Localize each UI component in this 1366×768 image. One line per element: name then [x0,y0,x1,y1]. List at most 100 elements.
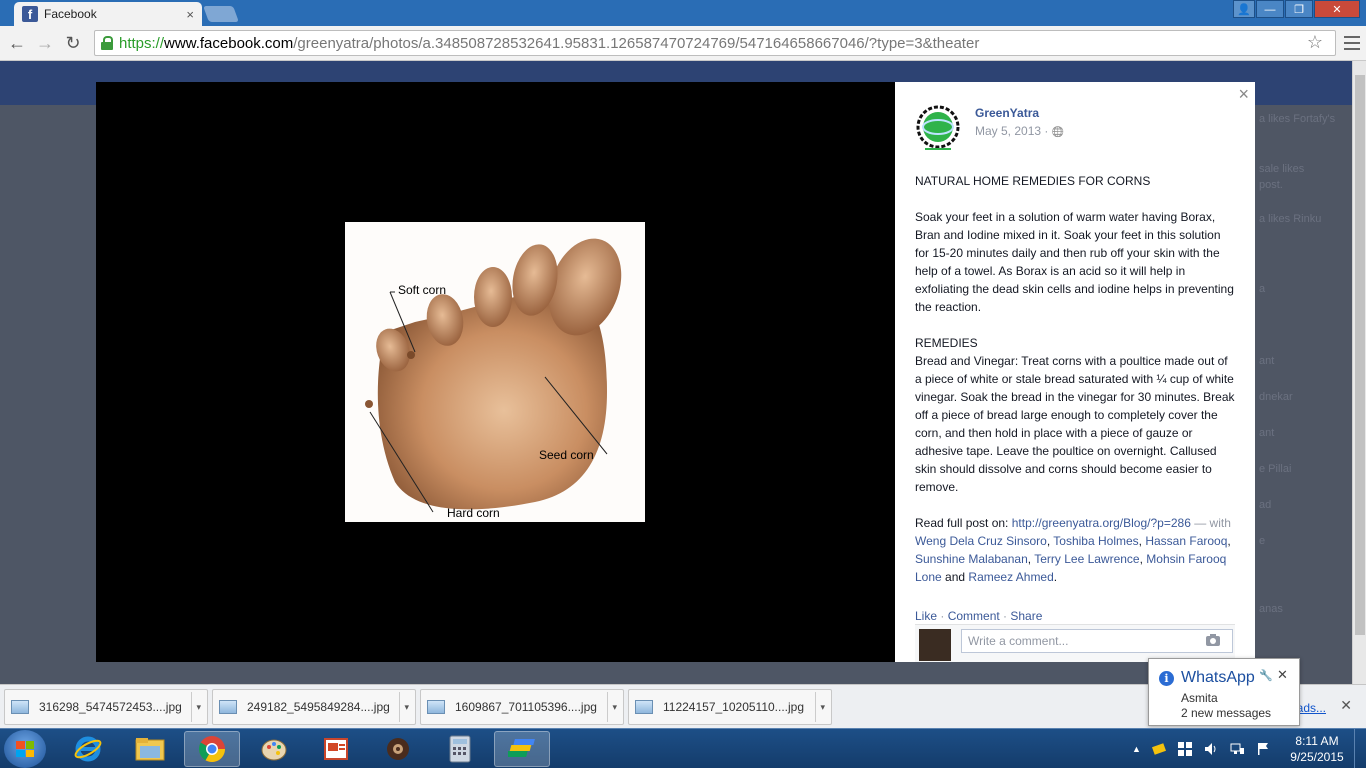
hard-corn-label: Hard corn [447,506,500,520]
url-text: https://www.facebook.com/greenyatra/phot… [119,34,980,52]
close-window-button[interactable]: ✕ [1314,0,1360,18]
comment-input[interactable]: Write a comment... [961,629,1233,653]
windows-logo-icon [16,741,34,757]
ticker-row: a likes Fortafy's [1259,113,1336,125]
internet-explorer-taskbar-button[interactable] [60,731,116,767]
tab-close-icon[interactable]: × [186,7,194,22]
remedies-heading: REMEDIES [915,336,978,350]
close-notification-icon[interactable]: ✕ [1277,667,1288,683]
presentation-icon [324,738,348,760]
system-tray: ▲ [1132,729,1271,768]
chrome-menu-icon[interactable] [1344,32,1360,52]
new-tab-button[interactable] [203,6,239,22]
ticker-row: e Pillai [1259,463,1292,475]
image-file-icon [219,700,237,714]
action-center-icon[interactable] [1177,741,1193,757]
facebook-ticker-sidebar: a likes Fortafy's sale likes post. a lik… [1255,105,1352,684]
download-item[interactable]: 316298_5474572453....jpg ▾ [4,689,208,725]
network-icon[interactable] [1229,741,1245,757]
flag-icon[interactable] [1255,741,1271,757]
download-options-caret[interactable]: ▾ [815,692,825,722]
close-theater-icon[interactable]: × [1238,84,1249,105]
calculator-taskbar-button[interactable] [432,731,488,767]
taskbar-clock[interactable]: 8:11 AM 9/25/2015 [1284,733,1350,765]
notification-message: 2 new messages [1181,706,1272,720]
tagged-friend-link[interactable]: Rameez Ahmed [968,570,1053,584]
ticker-row: dnekar [1259,391,1293,403]
read-full-line: Read full post on: http://greenyatra.org… [915,516,1231,584]
ticker-row: anas [1259,603,1283,615]
browser-tab-facebook[interactable]: f Facebook × [14,2,202,26]
share-link[interactable]: Share [1010,609,1042,623]
post-paragraph: Bread and Vinegar: Treat corns with a po… [915,354,1235,494]
reload-button[interactable]: ↻ [62,32,84,54]
foot-corn-photo[interactable]: Soft corn Seed corn Hard corn [345,222,645,522]
download-item[interactable]: 11224157_10205110....jpg ▾ [628,689,832,725]
file-explorer-taskbar-button[interactable] [122,731,178,767]
info-icon: i [1159,671,1174,686]
download-item[interactable]: 1609867_701105396....jpg ▾ [420,689,624,725]
start-button[interactable] [4,730,46,768]
like-link[interactable]: Like [915,609,937,623]
page-scrollbar[interactable] [1352,61,1366,684]
back-button[interactable]: ← [6,32,28,54]
soft-corn-label: Soft corn [398,283,447,297]
tagged-friend-link[interactable]: Hassan Farooq [1145,534,1227,548]
notification-sender: Asmita [1181,691,1218,705]
bookmark-star-icon[interactable]: ☆ [1307,32,1323,53]
scrollbar-thumb[interactable] [1355,75,1365,635]
download-options-caret[interactable]: ▾ [191,692,201,722]
whatsapp-notification[interactable]: i WhatsApp 🔧 ✕ Asmita 2 new messages [1148,658,1300,726]
tagged-friend-link[interactable]: Sunshine Malabanan [915,552,1028,566]
whatsapp-tray-icon[interactable] [1151,741,1167,757]
media-reel-icon [387,738,409,760]
greenyatra-logo[interactable] [915,104,961,154]
ticker-row: ad [1259,499,1272,511]
chrome-taskbar-button[interactable] [184,731,240,767]
ticker-row: ant [1259,355,1275,367]
user-profile-button[interactable]: 👤 [1233,0,1255,18]
tab-title: Facebook [44,7,97,21]
tagged-friend-link[interactable]: Terry Lee Lawrence [1034,552,1139,566]
settings-wrench-icon[interactable]: 🔧 [1259,669,1273,682]
notification-title: WhatsApp [1181,669,1255,686]
bluestacks-taskbar-button[interactable] [494,731,550,767]
address-bar[interactable]: https://www.facebook.com/greenyatra/phot… [94,30,1336,56]
forward-button[interactable]: → [34,32,56,54]
ticker-row: post. [1259,179,1283,191]
tagged-friend-link[interactable]: Toshiba Holmes [1053,534,1138,548]
folder-icon [135,738,165,761]
foot-illustration [345,222,645,522]
tagged-friend-link[interactable]: Weng Dela Cruz Sinsoro [915,534,1047,548]
download-options-caret[interactable]: ▾ [399,692,409,722]
media-player-taskbar-button[interactable] [370,731,426,767]
show-all-downloads-link[interactable]: ads... [1297,701,1326,715]
download-item[interactable]: 249182_5495849284....jpg ▾ [212,689,416,725]
image-file-icon [427,700,445,714]
post-title: NATURAL HOME REMEDIES FOR CORNS [915,174,1151,188]
user-avatar [919,629,951,661]
close-downloads-icon[interactable]: ✕ [1340,697,1352,714]
ticker-row: a likes Rinku [1259,213,1322,225]
clock-date: 9/25/2015 [1290,750,1344,764]
minimize-button[interactable]: — [1256,0,1284,18]
show-hidden-icons-arrow[interactable]: ▲ [1132,744,1141,754]
post-paragraph: Soak your feet in a solution of warm wat… [915,210,1234,314]
show-desktop-button[interactable] [1354,729,1366,768]
internet-explorer-icon [74,736,102,762]
blog-link[interactable]: http://greenyatra.org/Blog/?p=286 [1012,516,1191,530]
comment-link[interactable]: Comment [948,609,1000,623]
seed-corn-label: Seed corn [539,448,594,462]
page-name-link[interactable]: GreenYatra [975,106,1039,120]
volume-icon[interactable] [1203,741,1219,757]
paint-taskbar-button[interactable] [246,731,302,767]
download-options-caret[interactable]: ▾ [607,692,617,722]
paint-palette-icon [261,739,287,761]
bluestacks-icon [508,739,535,757]
camera-icon[interactable] [1205,633,1221,647]
post-date[interactable]: May 5, 2013 · 🌐 [975,124,1064,138]
presentation-taskbar-button[interactable] [308,731,364,767]
browser-toolbar: ← → ↻ https://www.facebook.com/greenyatr… [0,26,1366,61]
post-text: NATURAL HOME REMEDIES FOR CORNS Soak you… [915,172,1235,604]
maximize-button[interactable]: ❐ [1285,0,1313,18]
